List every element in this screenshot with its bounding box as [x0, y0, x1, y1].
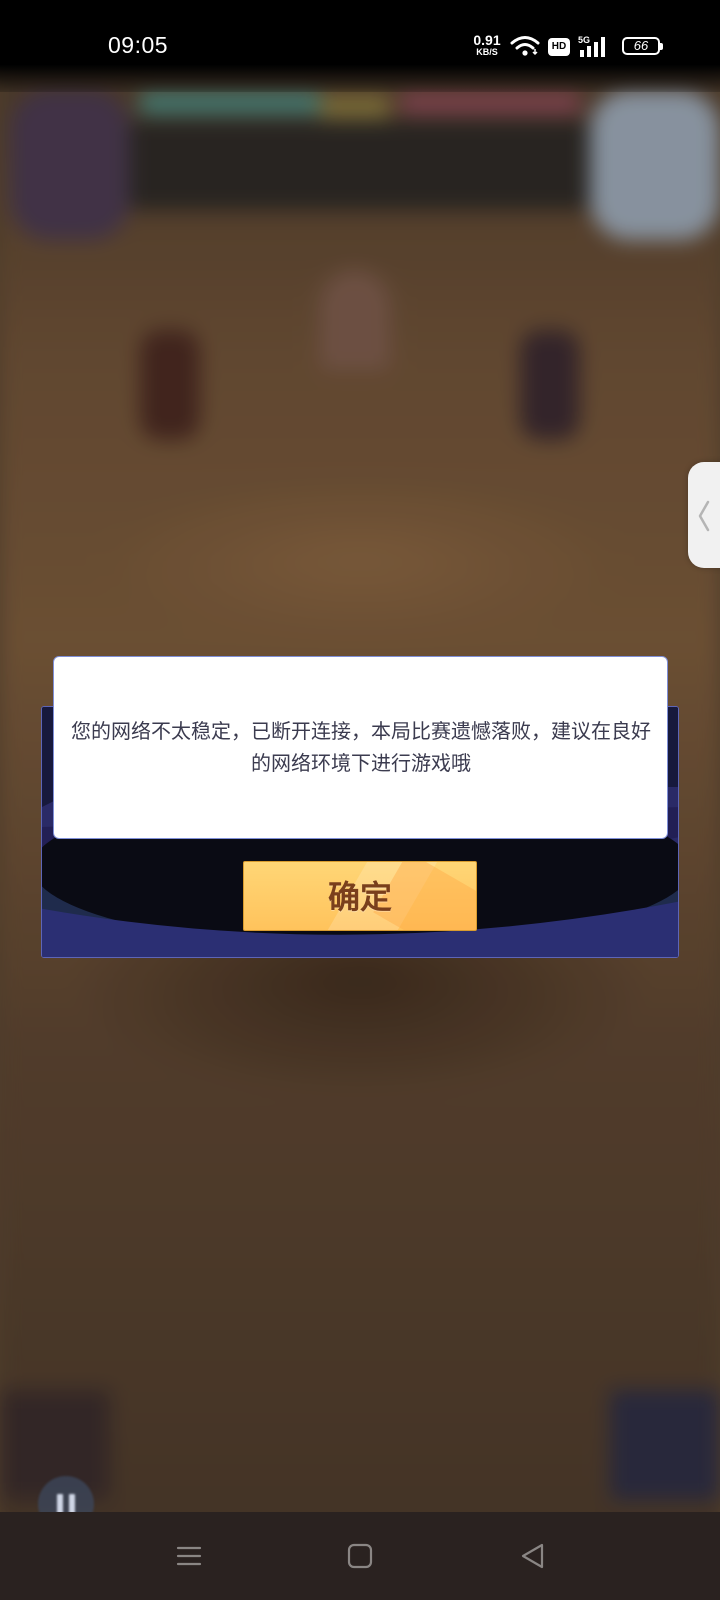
home-button[interactable]: [338, 1534, 382, 1578]
disconnect-message: 您的网络不太稳定，已断开连接，本局比赛遗憾落败，建议在良好的网络环境下进行游戏哦: [71, 719, 651, 775]
navigation-bar: [0, 1512, 720, 1600]
menu-icon: [176, 1546, 202, 1566]
confirm-button[interactable]: 确定: [243, 861, 477, 931]
hd-badge: HD: [548, 38, 570, 56]
back-icon: [521, 1543, 544, 1569]
menu-button[interactable]: [167, 1534, 211, 1578]
network-speed-value: 0.91: [473, 32, 501, 48]
network-speed: 0.91 KB/S: [470, 32, 504, 58]
chevron-left-icon: [698, 500, 710, 532]
wifi-icon: [510, 34, 540, 62]
signal-icon: 5G: [578, 34, 614, 64]
clock: 09:05: [108, 32, 169, 58]
home-icon: [347, 1543, 373, 1569]
confirm-button-label: 确定: [327, 878, 392, 916]
game-screen: 09:05 0.91 KB/S HD 5G 66 您的网络不太稳定，已断开连接，…: [0, 0, 720, 1600]
dialog-message-card: 您的网络不太稳定，已断开连接，本局比赛遗憾落败，建议在良好的网络环境下进行游戏哦: [53, 656, 668, 839]
back-button[interactable]: [511, 1534, 555, 1578]
side-drawer-handle[interactable]: [688, 462, 720, 568]
network-type-label: 5G: [578, 35, 590, 45]
battery-icon: 66: [622, 37, 663, 55]
status-bar: 09:05 0.91 KB/S HD 5G 66: [0, 0, 720, 92]
